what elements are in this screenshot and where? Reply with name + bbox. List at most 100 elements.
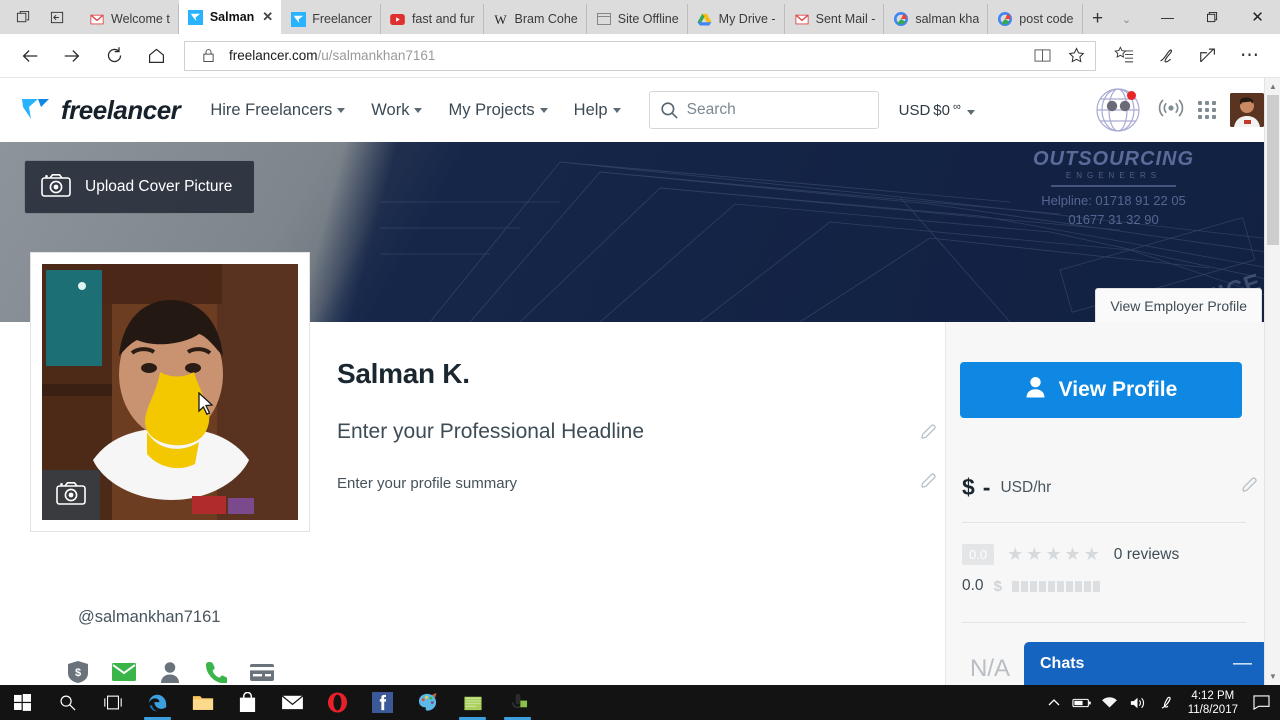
browser-tab[interactable]: Welcome t	[80, 4, 179, 34]
close-window-button[interactable]: ✕	[1235, 0, 1280, 34]
nav-item-help[interactable]: Help	[574, 101, 621, 120]
balance-amount: $0	[933, 101, 950, 119]
media-icon[interactable]	[495, 685, 540, 720]
new-tab-button[interactable]: +	[1083, 4, 1113, 34]
freelancer-icon	[188, 9, 204, 25]
search-placeholder: Search	[686, 101, 736, 118]
view-profile-button[interactable]: View Profile	[960, 362, 1242, 418]
notes-icon[interactable]	[450, 685, 495, 720]
chevron-down-icon	[966, 109, 975, 115]
mouse-cursor	[198, 391, 215, 421]
browser-tab[interactable]: My Drive -	[687, 4, 785, 34]
browser-tab[interactable]: Freelancer	[281, 4, 381, 34]
browser-tab[interactable]: Site Offline	[586, 4, 688, 34]
store-icon[interactable]	[225, 685, 270, 720]
more-icon[interactable]: ⋯	[1230, 38, 1270, 74]
search-icon[interactable]	[45, 685, 90, 720]
file-explorer-icon[interactable]	[180, 685, 225, 720]
globe-notifications-icon[interactable]	[1092, 87, 1144, 133]
watermark-divider	[1051, 185, 1176, 187]
broadcast-icon[interactable]	[1158, 97, 1184, 124]
forward-icon[interactable]	[52, 38, 92, 74]
upload-profile-photo-button[interactable]	[42, 470, 100, 520]
browser-tab[interactable]: salman kha	[884, 4, 989, 34]
profile-completed-icon[interactable]	[158, 660, 182, 684]
reviews-count: 0 reviews	[1113, 545, 1180, 563]
start-icon[interactable]	[0, 685, 45, 720]
browser-tab[interactable]: fast and fur	[380, 4, 484, 34]
address-path: /u/salmankhan7161	[317, 48, 436, 63]
rate-unit: USD/hr	[1000, 478, 1052, 496]
address-bar[interactable]: freelancer.com/u/salmankhan7161	[184, 40, 1096, 71]
person-icon	[1025, 376, 1046, 404]
chats-minimize-button[interactable]: —	[1233, 653, 1252, 675]
battery-icon[interactable]	[1068, 685, 1096, 720]
tab-menu-chevron-icon[interactable]: ⌄	[1113, 4, 1141, 34]
close-tab-icon[interactable]: ✕	[262, 9, 273, 25]
wifi-icon[interactable]	[1096, 685, 1124, 720]
browser-tab[interactable]: Sent Mail -	[784, 4, 885, 34]
tab-title: fast and fur	[411, 12, 475, 26]
browser-tab-active[interactable]: Salman ✕	[178, 0, 282, 34]
minimize-button[interactable]: —	[1145, 0, 1190, 34]
email-verified-icon[interactable]	[112, 660, 136, 684]
facebook-icon[interactable]	[360, 685, 405, 720]
action-center-icon[interactable]	[1246, 685, 1276, 720]
hub-favorites-icon[interactable]	[1104, 38, 1144, 74]
chats-widget[interactable]: Chats —	[1024, 642, 1268, 685]
site-logo[interactable]: freelancer	[20, 93, 181, 127]
volume-icon[interactable]	[1124, 685, 1152, 720]
pencil-icon[interactable]	[920, 473, 937, 495]
edge-icon[interactable]	[135, 685, 180, 720]
task-view-icon[interactable]	[90, 685, 135, 720]
home-icon[interactable]	[136, 38, 176, 74]
browser-tab[interactable]: W Bram Cohe	[483, 4, 587, 34]
apps-grid-icon[interactable]	[1198, 101, 1216, 119]
wikipedia-icon: W	[494, 11, 507, 27]
refresh-icon[interactable]	[94, 38, 134, 74]
profile-body: @salmankhan7161 $ Salman K. Enter your P…	[0, 252, 1280, 685]
view-employer-profile-button[interactable]: View Employer Profile	[1095, 288, 1262, 322]
reading-view-icon[interactable]	[1029, 44, 1055, 68]
chevron-up-icon[interactable]	[1040, 685, 1068, 720]
pen-icon[interactable]	[1152, 685, 1180, 720]
nav-item-my-projects[interactable]: My Projects	[448, 101, 548, 120]
star-icon: ★	[1064, 544, 1082, 564]
star-icon: ★	[1026, 544, 1044, 564]
opera-icon[interactable]	[315, 685, 360, 720]
nav-item-hire-freelancers[interactable]: Hire Freelancers	[210, 101, 346, 120]
scroll-down-button[interactable]: ▼	[1265, 668, 1280, 685]
page-scrollbar[interactable]: ▲ ▼	[1264, 78, 1280, 685]
search-input[interactable]: Search	[648, 91, 879, 129]
payment-verified-icon[interactable]: $	[66, 660, 90, 684]
profile-photo[interactable]	[42, 264, 298, 520]
address-domain: freelancer.com	[229, 48, 318, 63]
web-note-icon[interactable]	[1146, 38, 1186, 74]
pencil-icon[interactable]	[920, 424, 937, 446]
profile-summary[interactable]: Enter your profile summary	[337, 475, 517, 492]
nav-label: Help	[573, 100, 608, 119]
set-aside-tabs-icon[interactable]	[40, 2, 74, 32]
share-icon[interactable]	[1188, 38, 1228, 74]
clock[interactable]: 4:12 PM 11/8/2017	[1180, 689, 1246, 717]
payment-method-icon[interactable]	[250, 660, 274, 684]
phone-verified-icon[interactable]	[204, 660, 228, 684]
balance-menu[interactable]: USD $0 ∞	[899, 101, 975, 119]
mail-icon[interactable]	[270, 685, 315, 720]
favorite-star-icon[interactable]	[1063, 44, 1089, 68]
back-icon[interactable]	[10, 38, 50, 74]
not-available-label: N/A	[970, 655, 1011, 682]
nav-item-work[interactable]: Work	[371, 101, 423, 120]
maximize-button[interactable]	[1190, 0, 1235, 34]
paint-icon[interactable]	[405, 685, 450, 720]
watermark-title: OUTSOURCING	[1033, 148, 1194, 170]
user-avatar[interactable]	[1230, 93, 1264, 127]
tab-preview-icon[interactable]	[6, 2, 40, 32]
scroll-up-button[interactable]: ▲	[1265, 78, 1280, 95]
scrollbar-thumb[interactable]	[1267, 95, 1279, 245]
pencil-icon[interactable]	[1241, 477, 1258, 499]
upload-cover-picture-button[interactable]: Upload Cover Picture	[24, 160, 256, 214]
professional-headline[interactable]: Enter your Professional Headline	[337, 420, 644, 444]
browser-tab[interactable]: post code	[988, 4, 1083, 34]
earnings-row: 0.0 $	[962, 577, 1100, 595]
